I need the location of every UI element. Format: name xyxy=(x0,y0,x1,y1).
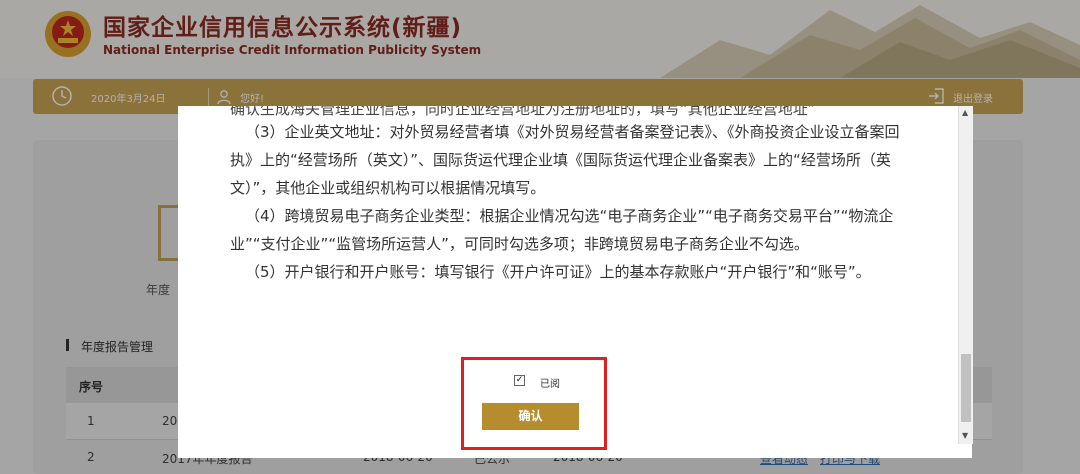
scroll-up-arrow-icon[interactable]: ▲ xyxy=(962,108,968,117)
scrollbar-thumb[interactable] xyxy=(961,354,971,422)
notice-paragraph: （3）企业英文地址：对外贸易经营者填《对外贸易经营者备案登记表》、《外商投资企业… xyxy=(230,123,900,197)
highlight-box xyxy=(461,357,607,450)
notice-paragraph: （4）跨境贸易电子商务企业类型：根据企业情况勾选“电子商务企业”“电子商务交易平… xyxy=(230,207,894,253)
scroll-down-arrow-icon[interactable]: ▼ xyxy=(962,431,968,440)
modal-scrollbar[interactable]: ▲ ▼ xyxy=(958,106,973,444)
notice-paragraph: （5）开户银行和开户账号：填写银行《开户许可证》上的基本存款账户“开户银行”和“… xyxy=(245,263,871,281)
notice-content: （3）企业英文地址：对外贸易经营者填《对外贸易经营者备案登记表》、《外商投资企业… xyxy=(230,118,900,286)
